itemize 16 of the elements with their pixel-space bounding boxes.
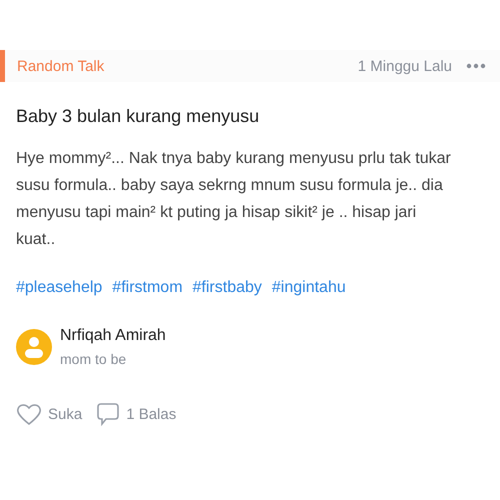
comment-icon (96, 401, 120, 427)
author-name[interactable]: Nrfiqah Amirah (60, 327, 166, 345)
post-time: 1 Minggu Lalu (358, 58, 452, 74)
hashtag-link[interactable]: #ingintahu (272, 279, 346, 297)
heart-icon (16, 402, 42, 426)
hashtag-link[interactable]: #pleasehelp (16, 279, 102, 297)
post-body: Hye mommy²... Nak tnya baby kurang menyusu prlu tak tukar susu formula.. baby saya sekrng mnum susu formula je.. dia menyusu tapi main² kt puting ja hisap sikit² je .. hisap jari kuat.. (16, 149, 452, 250)
post-title: Baby 3 bulan kurang menyusu (16, 106, 260, 127)
reply-button[interactable]: 1 Balas (96, 401, 176, 427)
hashtag-link[interactable]: #firstmom (112, 279, 183, 297)
like-button[interactable]: Suka (16, 401, 82, 427)
avatar-icon[interactable] (16, 329, 52, 365)
more-icon[interactable] (466, 63, 486, 69)
author-subtitle: mom to be (60, 351, 128, 367)
hashtag-link[interactable]: #firstbaby (192, 279, 262, 297)
category-label[interactable]: Random Talk (17, 58, 358, 74)
